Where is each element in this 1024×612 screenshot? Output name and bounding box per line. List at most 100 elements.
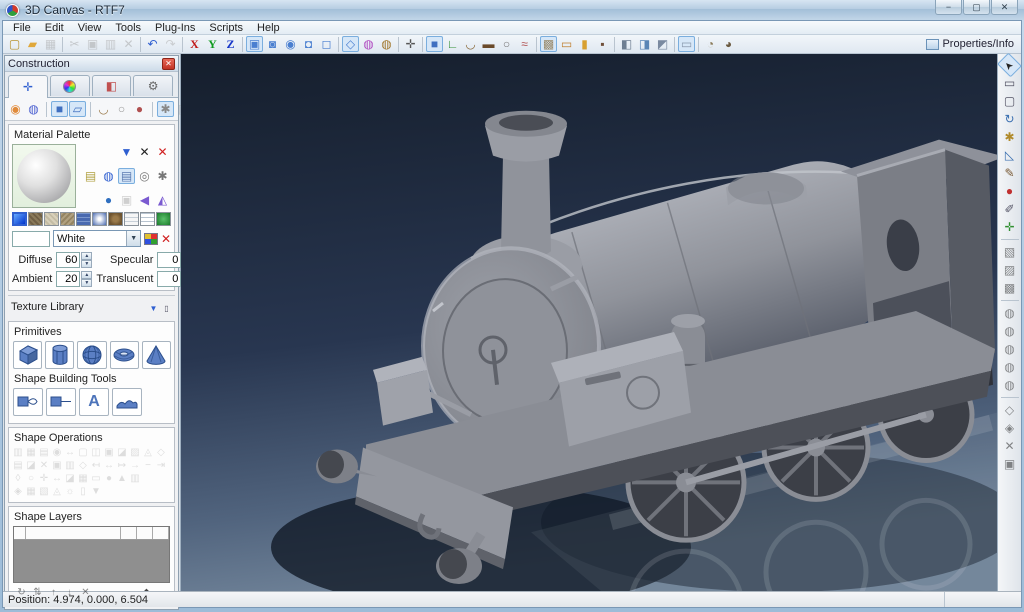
text-tool-button[interactable]: A <box>79 388 109 416</box>
diffuse-stepper[interactable]: ▲▼ <box>81 252 92 268</box>
orbit-view-icon[interactable]: ◔ <box>702 36 719 52</box>
color-palette-icon[interactable] <box>144 233 158 245</box>
sphere-preview-icon[interactable]: ● <box>100 192 117 208</box>
shape-layers-table-body[interactable] <box>14 540 169 582</box>
panel-close-icon[interactable]: ✕ <box>162 58 175 70</box>
build-cube-icon[interactable]: ■ <box>51 101 68 117</box>
view-textured-icon[interactable]: ◨ <box>636 36 653 52</box>
material-web-icon[interactable]: ◍ <box>100 168 117 184</box>
specular-input[interactable] <box>157 252 181 268</box>
layer-blend-icon[interactable]: ▤ <box>118 168 135 184</box>
swatch-blue-gradient-icon[interactable] <box>12 212 27 226</box>
bend-tool-icon[interactable]: ◡ <box>95 101 112 117</box>
select-visible-icon[interactable]: ◙ <box>264 36 281 52</box>
menu-view[interactable]: View <box>72 22 108 34</box>
custom-color-field[interactable] <box>12 231 50 247</box>
select-by-texture-icon[interactable]: ◍ <box>378 36 395 52</box>
menu-edit[interactable]: Edit <box>39 22 70 34</box>
menu-plug-ins[interactable]: Plug-Ins <box>149 22 201 34</box>
drag-move-icon[interactable]: ✛ <box>1000 219 1019 235</box>
paint-brush-icon[interactable]: ✎ <box>1000 165 1019 181</box>
menu-tools[interactable]: Tools <box>109 22 147 34</box>
select-all-icon[interactable]: ▣ <box>246 36 263 52</box>
tab-shape-tools[interactable]: ◧ <box>92 75 132 96</box>
select-sphere-icon[interactable]: ◉ <box>282 36 299 52</box>
primitive-cube-button[interactable] <box>13 341 42 369</box>
clear-material-icon[interactable]: ✕ <box>136 144 153 160</box>
translucent-input[interactable] <box>157 271 181 287</box>
swatch-glow-icon[interactable] <box>92 212 107 226</box>
new-file-icon[interactable]: ▢ <box>6 36 23 52</box>
ambient-stepper[interactable]: ▲▼ <box>81 271 92 287</box>
material-paint-icon[interactable]: ▮ <box>576 36 593 52</box>
remove-color-icon[interactable]: ✕ <box>161 232 171 246</box>
ambient-input[interactable] <box>56 271 80 287</box>
filter-materials-icon[interactable]: ▼ <box>118 144 135 160</box>
tab-utility-tools[interactable]: ⚙ <box>133 75 173 96</box>
rotate-object-icon[interactable]: ↻ <box>1000 111 1019 127</box>
shape-layers-table[interactable] <box>13 526 170 583</box>
plot-points-icon[interactable]: ∟ <box>444 36 461 52</box>
swatch-list-2-icon[interactable] <box>140 212 155 226</box>
primitive-cylinder-button[interactable] <box>45 341 74 369</box>
minimize-button-icon[interactable]: − <box>935 0 962 15</box>
menu-scripts[interactable]: Scripts <box>203 22 249 34</box>
maximize-button-icon[interactable]: ▢ <box>963 0 990 15</box>
add-cube-icon[interactable]: ■ <box>426 36 443 52</box>
select-frame-icon[interactable]: ◻ <box>318 36 335 52</box>
lathe-tool-button[interactable] <box>46 388 76 416</box>
color-ball-icon[interactable]: ◍ <box>25 101 42 117</box>
tab-move-tools[interactable]: ✛ <box>8 75 48 98</box>
pan-view-icon[interactable]: ◕ <box>720 36 737 52</box>
delete-material-icon[interactable]: ✕ <box>154 144 171 160</box>
texture-paint-icon[interactable]: ▩ <box>540 36 557 52</box>
viewport-3d[interactable] <box>181 54 997 591</box>
single-view-icon[interactable]: ▭ <box>678 36 695 52</box>
fill-color-icon[interactable]: ● <box>1000 183 1019 199</box>
select-region-icon[interactable]: ◇ <box>342 36 359 52</box>
spline-icon[interactable]: ≈ <box>516 36 533 52</box>
swatch-noise-pale-icon[interactable] <box>44 212 59 226</box>
primitive-torus-button[interactable] <box>110 341 139 369</box>
view-solid-icon[interactable]: ◩ <box>654 36 671 52</box>
light-icon[interactable]: ○ <box>498 36 515 52</box>
primitive-cone-button[interactable] <box>142 341 171 369</box>
menu-file[interactable]: File <box>7 22 37 34</box>
menu-help[interactable]: Help <box>251 22 286 34</box>
properties-info-button[interactable]: Properties/Info <box>926 38 1014 50</box>
dock-pin-icon[interactable]: ▯ <box>160 303 173 315</box>
swatch-rings-brown-icon[interactable] <box>108 212 123 226</box>
swatch-noise-dark-icon[interactable] <box>28 212 43 226</box>
measure-tool-icon[interactable]: ◺ <box>1000 147 1019 163</box>
material-preview[interactable] <box>12 144 76 208</box>
construction-panel-titlebar[interactable]: Construction ✕ <box>5 56 178 72</box>
flip-left-icon[interactable]: ◀ <box>136 192 153 208</box>
pointer-tool-icon[interactable]: ➤ <box>997 53 1022 78</box>
mirror-shape-icon[interactable]: ◭ <box>154 192 171 208</box>
ring-stack-icon[interactable]: ◎ <box>136 168 153 184</box>
close-button-icon[interactable]: ✕ <box>991 0 1018 15</box>
axis-y-icon[interactable]: Y <box>204 36 221 52</box>
paint-face-icon[interactable]: ◉ <box>7 101 24 117</box>
undo-icon[interactable]: ↶ <box>144 36 161 52</box>
magic-wand-icon[interactable]: ✱ <box>1000 129 1019 145</box>
axis-z-icon[interactable]: Z <box>222 36 239 52</box>
texture-library-header[interactable]: Texture Library ▼▯ <box>8 295 175 318</box>
snap-to-grid-icon[interactable]: ✛ <box>402 36 419 52</box>
view-wireframe-icon[interactable]: ◧ <box>618 36 635 52</box>
select-rectangle-icon[interactable]: ▭ <box>1000 75 1019 91</box>
color-name-dropdown[interactable]: White ▼ <box>53 230 141 247</box>
title-bar[interactable]: 3D Canvas - RTF7 −▢✕ <box>0 0 1024 20</box>
extrude-tool-icon[interactable]: ▱ <box>69 101 86 117</box>
paint-sphere-icon[interactable]: ● <box>131 101 148 117</box>
pin-marker-icon[interactable]: ▪ <box>594 36 611 52</box>
select-by-color-icon[interactable]: ◍ <box>360 36 377 52</box>
select-volume-icon[interactable]: ◘ <box>300 36 317 52</box>
diffuse-input[interactable] <box>56 252 80 268</box>
bend-shape-icon[interactable]: ◡ <box>462 36 479 52</box>
settings-gear-icon[interactable]: ✱ <box>157 101 174 117</box>
expand-library-icon[interactable]: ▼ <box>147 303 160 315</box>
camera-icon[interactable]: ▬ <box>480 36 497 52</box>
eyedropper-icon[interactable]: ✐ <box>1000 201 1019 217</box>
material-note-icon[interactable]: ▤ <box>82 168 99 184</box>
